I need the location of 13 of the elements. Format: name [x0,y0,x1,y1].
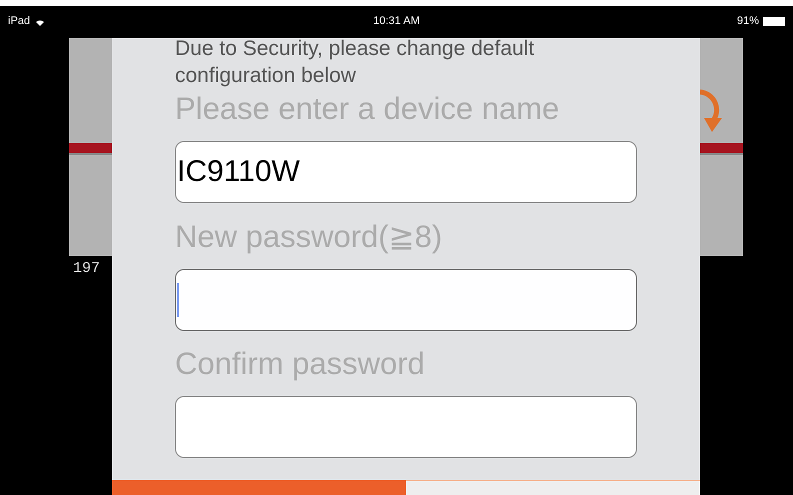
device-name: iPad [8,15,30,27]
caption-text: 197 [73,260,100,277]
circular-arrow-icon [700,88,724,134]
input-field[interactable] [175,269,637,331]
input-field[interactable]: IC9110W [175,141,637,203]
battery-percent: 91% [736,15,760,27]
instruction-text: Due to Security, please change default configuration below [175,38,536,89]
field-label: Confirm password [175,345,426,383]
field-label: New password(≧8) [175,218,444,256]
battery-icon [763,16,786,26]
input-field[interactable] [175,396,637,458]
clock: 10:31 AM [373,15,420,27]
field-label: Please enter a device name [175,90,560,128]
